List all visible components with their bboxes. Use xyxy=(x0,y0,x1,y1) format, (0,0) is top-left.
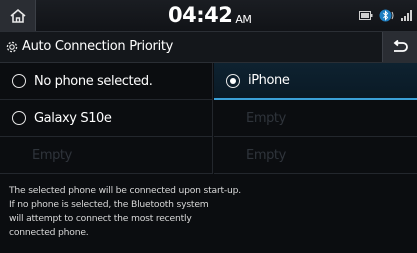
back-icon xyxy=(393,40,408,52)
option-no-phone[interactable]: No phone selected. xyxy=(0,63,213,100)
gear-icon xyxy=(6,41,18,53)
empty-slot: Empty xyxy=(214,100,417,137)
description-text: The selected phone will be connected upo… xyxy=(9,184,409,240)
home-icon xyxy=(9,8,26,23)
clock-ampm: AM xyxy=(235,13,252,26)
empty-slot: Empty xyxy=(0,137,213,174)
radio-button[interactable] xyxy=(12,74,26,88)
back-button[interactable] xyxy=(382,32,417,62)
empty-slot: Empty xyxy=(214,137,417,174)
page-title: Auto Connection Priority xyxy=(22,39,174,54)
empty-label: Empty xyxy=(246,147,286,163)
description-line: will attempt to connect the most recentl… xyxy=(9,213,192,224)
radio-button-selected[interactable] xyxy=(226,73,240,88)
option-galaxy-s10e[interactable]: Galaxy S10e xyxy=(0,100,213,137)
option-iphone[interactable]: iPhone xyxy=(214,63,417,100)
description-line: The selected phone will be connected upo… xyxy=(9,185,242,196)
option-label: No phone selected. xyxy=(34,73,153,89)
empty-label: Empty xyxy=(246,110,286,126)
home-button[interactable] xyxy=(0,0,36,31)
signal-icon xyxy=(401,10,412,21)
battery-icon xyxy=(359,11,373,20)
radio-button[interactable] xyxy=(12,111,26,125)
description-line: If no phone is selected, the Bluetooth s… xyxy=(9,199,209,210)
clock: 04:42 AM xyxy=(168,2,252,33)
bluetooth-icon xyxy=(379,9,394,22)
clock-time: 04:42 xyxy=(168,3,233,27)
option-label: Galaxy S10e xyxy=(34,110,112,126)
description-line: connected phone. xyxy=(9,227,89,238)
status-icons xyxy=(359,9,413,22)
phone-priority-list: No phone selected. iPhone Galaxy S10e Em… xyxy=(0,63,417,175)
status-bar: 04:42 AM xyxy=(0,0,417,32)
option-label: iPhone xyxy=(248,73,290,88)
empty-label: Empty xyxy=(32,147,72,163)
radio-dot xyxy=(230,77,236,84)
title-bar: Auto Connection Priority xyxy=(0,32,417,63)
